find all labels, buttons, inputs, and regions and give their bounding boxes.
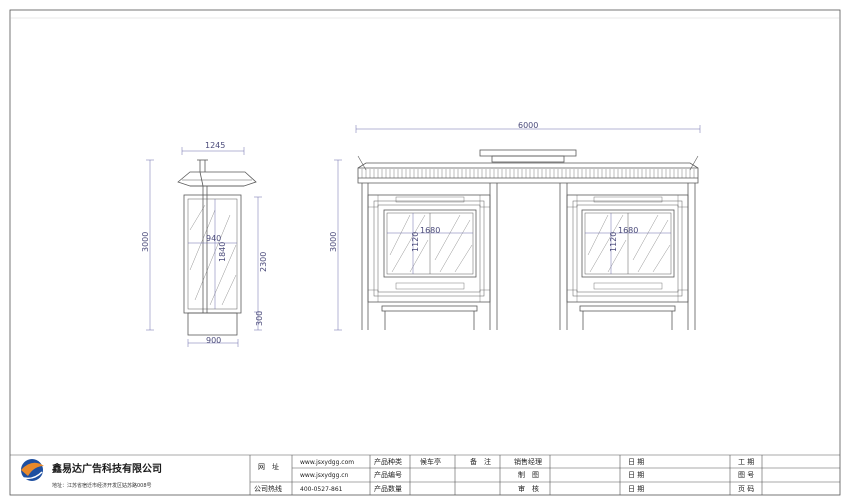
dim-base-height: 300	[255, 311, 264, 326]
dim-right-panel-width: 1680	[618, 226, 638, 235]
side-view-base	[187, 312, 238, 336]
drawing-no-label: 图 号	[738, 471, 754, 479]
front-view	[357, 149, 699, 330]
dim-right-panel-height: 1120	[609, 232, 618, 252]
page-no-label: 页 码	[738, 485, 754, 493]
dim-front-height: 3000	[329, 232, 338, 252]
dim-top-width: 1245	[205, 141, 225, 150]
dim-side-height: 3000	[141, 232, 150, 252]
remark-label: 备 注	[470, 457, 491, 466]
roof-tiles	[361, 169, 695, 178]
website-1: www.jsxydgg.com	[300, 459, 354, 466]
product-type-label: 产品种类	[374, 457, 402, 466]
company-logo	[21, 459, 44, 481]
side-view-cabinet	[183, 194, 242, 314]
product-qty-label: 产品数量	[374, 484, 402, 493]
front-left-frame-outer	[367, 194, 491, 303]
side-view-roof	[177, 171, 257, 187]
side-view	[177, 159, 257, 336]
dim-side-cabinet-height: 2300	[259, 252, 268, 272]
date-label-1: 日 期	[628, 458, 644, 466]
dim-left-panel-width: 1680	[420, 226, 440, 235]
front-right-bench	[579, 305, 676, 312]
worker-label: 工 期	[738, 458, 754, 466]
drawing-canvas: 1245 3000 940 1840 2300 300 900 6000 300…	[9, 9, 841, 496]
date-label-2: 日 期	[628, 471, 644, 479]
product-type-value: 候车亭	[420, 457, 441, 466]
review-label: 审 核	[518, 484, 539, 493]
dim-inner-height: 1840	[218, 242, 227, 262]
dim-total-width: 6000	[518, 121, 538, 130]
drawn-label: 制 图	[518, 470, 539, 479]
date-label-3: 日 期	[628, 485, 644, 493]
company-address: 地址：江苏省宿迁市经济开发区姑苏路008号	[52, 482, 152, 489]
front-left-bench	[381, 305, 478, 312]
dim-left-panel-height: 1120	[411, 232, 420, 252]
sheet-border	[9, 9, 841, 496]
sales-manager-label: 销售经理	[514, 457, 542, 466]
dim-bottom-width: 900	[206, 336, 221, 345]
product-no-label: 产品编号	[374, 470, 402, 479]
hotline-number: 400-0527-861	[300, 486, 343, 493]
website-label: 网 址	[258, 462, 279, 471]
website-2: www.jsxydgg.cn	[300, 472, 349, 479]
front-view-roof	[357, 162, 699, 184]
company-name: 鑫易达广告科技有限公司	[51, 462, 162, 475]
hotline-label: 公司热线	[254, 484, 282, 493]
front-view-roof-crest	[479, 149, 577, 157]
